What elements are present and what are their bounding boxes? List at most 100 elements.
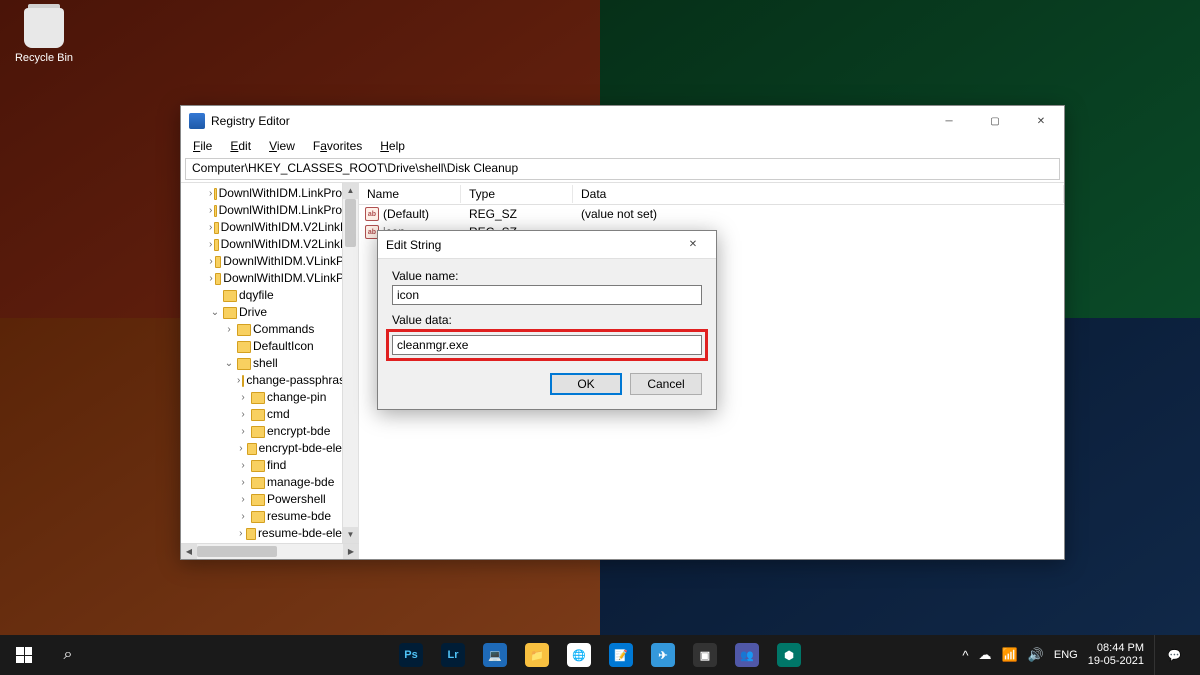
clock-time: 08:44 PM [1088, 642, 1144, 655]
value-data-input[interactable] [392, 335, 702, 355]
tree-item-label: cmd [267, 407, 290, 422]
tree-item[interactable]: ›DownlWithIDM.VLinkPr [181, 270, 348, 287]
menu-view[interactable]: View [261, 137, 303, 155]
tree-item[interactable]: ›DownlWithIDM.LinkProc [181, 185, 348, 202]
tree-scrollbar-horizontal[interactable]: ◀▶ [181, 543, 359, 559]
menu-help[interactable]: Help [372, 137, 413, 155]
cancel-button[interactable]: Cancel [630, 373, 702, 395]
tree-item-label: shell [253, 356, 278, 371]
taskbar-app[interactable]: Ps [391, 635, 431, 675]
taskbar-clock[interactable]: 08:44 PM 19-05-2021 [1088, 642, 1144, 668]
close-button[interactable]: ✕ [1018, 106, 1064, 136]
clock-date: 19-05-2021 [1088, 655, 1144, 668]
tree-item[interactable]: › manage-bde [181, 474, 348, 491]
taskbar-app[interactable]: ✈ [643, 635, 683, 675]
taskbar-app[interactable]: 📝 [601, 635, 641, 675]
taskbar-app[interactable]: Lr [433, 635, 473, 675]
taskbar-app[interactable]: 👥 [727, 635, 767, 675]
col-type[interactable]: Type [461, 185, 573, 203]
expand-icon[interactable]: › [237, 475, 249, 490]
tree-item[interactable]: ⌄ shell [181, 355, 348, 372]
registry-address-bar[interactable]: Computer\HKEY_CLASSES_ROOT\Drive\shell\D… [185, 158, 1060, 180]
value-name-input[interactable] [392, 285, 702, 305]
notification-button[interactable]: 💬 [1154, 635, 1194, 675]
menu-favorites[interactable]: Favorites [305, 137, 370, 155]
expand-icon[interactable]: › [237, 526, 244, 541]
tray-expand-icon[interactable]: ^ [962, 648, 968, 663]
tree-item[interactable]: ›resume-bde [181, 508, 348, 525]
tree-item[interactable]: ⌄ Drive [181, 304, 348, 321]
expand-icon[interactable]: › [209, 203, 212, 218]
minimize-button[interactable]: ─ [926, 106, 972, 136]
folder-icon [237, 324, 251, 336]
folder-icon [214, 222, 218, 234]
expand-icon[interactable]: › [237, 390, 249, 405]
tree-item[interactable]: ›resume-bde-elev [181, 525, 348, 542]
expand-icon[interactable]: › [237, 458, 249, 473]
taskbar-app[interactable]: 🌐 [559, 635, 599, 675]
tree-item[interactable]: ›encrypt-bde [181, 423, 348, 440]
tree-item[interactable]: ›Commands [181, 321, 348, 338]
col-name[interactable]: Name [359, 185, 461, 203]
expand-icon[interactable]: › [209, 237, 212, 252]
recycle-bin[interactable]: Recycle Bin [8, 8, 80, 64]
expand-icon[interactable]: › [237, 407, 249, 422]
tree-item[interactable]: ›DownlWithIDM.V2LinkP [181, 219, 348, 236]
expand-icon[interactable]: › [209, 254, 213, 269]
tray-wifi-icon[interactable]: 📶 [1002, 647, 1018, 663]
expand-icon[interactable]: › [237, 373, 240, 388]
expand-icon[interactable]: › [209, 186, 212, 201]
tree-item[interactable]: ›DownlWithIDM.V2LinkP [181, 236, 348, 253]
registry-tree[interactable]: ›DownlWithIDM.LinkProc›DownlWithIDM.Link… [181, 183, 359, 543]
tree-item[interactable]: ›find [181, 457, 348, 474]
expand-icon[interactable]: › [237, 509, 249, 524]
list-header[interactable]: Name Type Data [359, 183, 1064, 205]
maximize-button[interactable]: ▢ [972, 106, 1018, 136]
tree-item[interactable]: ›DownlWithIDM.VLinkPr [181, 253, 348, 270]
taskbar-app[interactable]: 📁 [517, 635, 557, 675]
start-button[interactable] [0, 635, 48, 675]
search-button[interactable]: ⌕ [48, 646, 88, 664]
highlight-box [386, 329, 708, 361]
taskbar-app[interactable]: 💻 [475, 635, 515, 675]
folder-icon [215, 256, 221, 268]
tree-item[interactable]: ›encrypt-bde-elev [181, 440, 348, 457]
folder-icon [215, 273, 221, 285]
tree-item[interactable]: › Powershell [181, 491, 348, 508]
expand-icon[interactable]: › [237, 441, 245, 456]
list-row[interactable]: ab(Default)REG_SZ(value not set) [359, 205, 1064, 223]
expand-icon[interactable]: › [223, 322, 235, 337]
tree-item[interactable]: › change-pin [181, 389, 348, 406]
dialog-close-button[interactable]: ✕ [670, 230, 716, 260]
tree-item[interactable]: ›change-passphrase [181, 372, 348, 389]
col-data[interactable]: Data [573, 185, 1064, 203]
ok-button[interactable]: OK [550, 373, 622, 395]
tree-item[interactable]: DefaultIcon [181, 338, 348, 355]
tree-item-label: change-pin [267, 390, 326, 405]
tray-volume-icon[interactable]: 🔊 [1028, 647, 1044, 663]
tree-item[interactable]: dqyfile [181, 287, 348, 304]
tree-item-label: Drive [239, 305, 267, 320]
tree-item[interactable]: ›DownlWithIDM.LinkProc [181, 202, 348, 219]
tree-item-label: manage-bde [267, 475, 334, 490]
tray-language[interactable]: ENG [1054, 649, 1078, 661]
expand-icon[interactable]: › [237, 424, 249, 439]
folder-icon [247, 443, 257, 455]
tree-item[interactable]: › cmd [181, 406, 348, 423]
taskbar-app[interactable]: ▣ [685, 635, 725, 675]
expand-icon[interactable]: ⌄ [223, 356, 235, 371]
tree-item[interactable]: ›unlock-bde [181, 542, 348, 543]
folder-icon [246, 528, 255, 540]
tree-scrollbar-vertical[interactable]: ▲▼ [342, 183, 358, 543]
expand-icon[interactable]: › [237, 492, 249, 507]
taskbar-app[interactable]: ⬢ [769, 635, 809, 675]
menu-file[interactable]: File [185, 137, 220, 155]
menu-edit[interactable]: Edit [222, 137, 259, 155]
dialog-titlebar[interactable]: Edit String ✕ [378, 231, 716, 259]
tree-item-label: Powershell [267, 492, 326, 507]
regedit-titlebar[interactable]: Registry Editor ─ ▢ ✕ [181, 106, 1064, 136]
tray-onedrive-icon[interactable]: ☁ [979, 647, 992, 663]
expand-icon[interactable]: › [209, 220, 212, 235]
expand-icon[interactable]: › [209, 271, 213, 286]
expand-icon[interactable]: ⌄ [209, 305, 221, 320]
